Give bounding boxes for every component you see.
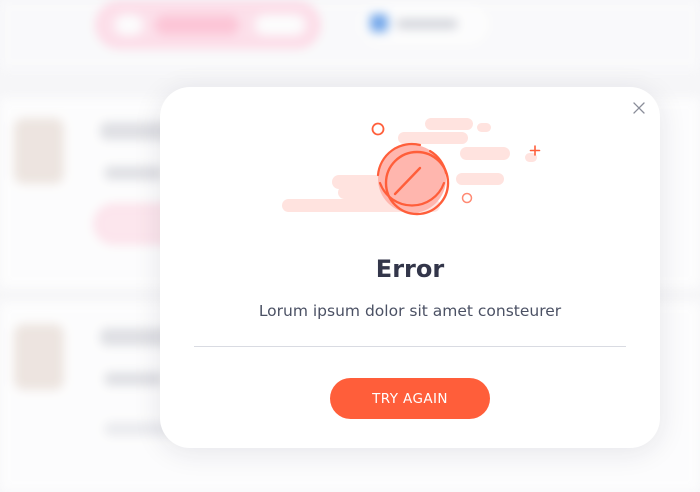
error-dialog: Error Lorum ipsum dolor sit amet consteu…	[160, 87, 660, 448]
divider	[194, 346, 626, 347]
close-icon-glyph	[633, 102, 645, 114]
dialog-message: Lorum ipsum dolor sit amet consteurer	[258, 302, 562, 320]
error-illustration	[282, 118, 541, 216]
background-active-tab	[96, 2, 320, 48]
dialog-title: Error	[375, 255, 445, 283]
background-tab-icon	[370, 14, 388, 32]
background-chip	[255, 15, 305, 35]
close-icon[interactable]	[629, 98, 649, 118]
background-line	[104, 372, 164, 386]
background-tab-bar	[0, 0, 700, 70]
background-avatar	[14, 324, 64, 390]
try-again-button[interactable]: TRY AGAIN	[330, 378, 490, 419]
background-avatar	[14, 118, 64, 184]
background-line	[104, 166, 164, 180]
background-chip	[155, 15, 239, 35]
background-chip	[115, 15, 143, 35]
background-tab-label	[396, 19, 458, 29]
background-tab	[360, 4, 488, 44]
